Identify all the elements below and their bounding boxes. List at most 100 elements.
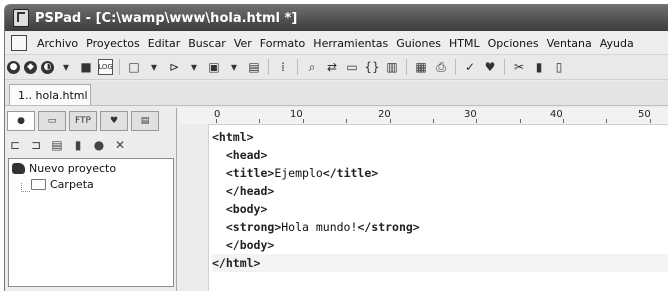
toolbar-separator — [406, 59, 407, 75]
project-tree: Nuevo proyecto Carpeta — [8, 158, 174, 287]
ruler-label: 30 — [464, 109, 477, 120]
menu-herramientas[interactable]: Herramientas — [309, 37, 392, 50]
add-open-files-icon[interactable]: ▮ — [70, 137, 86, 153]
ruler-tick — [606, 119, 607, 123]
recent-projects-icon[interactable]: ◐ — [41, 60, 54, 74]
menu-html[interactable]: HTML — [445, 37, 484, 50]
project-settings-icon[interactable]: ● — [91, 137, 107, 153]
code-line[interactable]: <head> — [212, 146, 668, 164]
log-icon[interactable]: LOG — [98, 59, 113, 75]
menu-archivo[interactable]: Archivo — [33, 37, 82, 50]
clips-tab-icon[interactable]: ▤ — [131, 111, 159, 131]
column-ruler: 0 10 20 30 40 50 — [178, 108, 668, 125]
menu-guiones[interactable]: Guiones — [392, 37, 445, 50]
menu-formato[interactable]: Formato — [256, 37, 310, 50]
template-icon[interactable]: ▦ — [413, 59, 429, 75]
main-toolbar: ● ◆ ◐ ▾ ■ LOG □ ▾ ⊳ ▾ ▣ ▾ ▤ ⁞ ⌕ ⇄ ▭ {} ▥… — [5, 55, 668, 80]
add-file-icon[interactable]: ⊐ — [28, 137, 44, 153]
toolbar-separator — [119, 59, 120, 75]
add-files-icon[interactable]: ▤ — [49, 137, 65, 153]
favorites-tab-icon[interactable]: ♥ — [100, 111, 128, 131]
code-line-current[interactable]: </html> — [212, 254, 668, 272]
window-title: PSPad - [C:\wamp\www\hola.html *] — [35, 10, 298, 26]
code-line[interactable]: <body> — [212, 200, 668, 218]
ruler-label: 40 — [550, 109, 563, 120]
ruler-tick — [346, 119, 347, 123]
left-panel-tabs: ● ▭ FTP ♥ ▤ — [7, 111, 162, 131]
ruler-tick — [520, 119, 521, 123]
open-project-icon[interactable]: ● — [7, 60, 20, 74]
new-file-icon[interactable]: □ — [126, 59, 142, 75]
project-icon — [12, 163, 25, 174]
replace-icon[interactable]: ⇄ — [324, 59, 340, 75]
toolbar-separator — [455, 59, 456, 75]
tools-icon[interactable]: ✕ — [112, 137, 128, 153]
preview-icon[interactable]: ▭ — [344, 59, 360, 75]
project-tools: ⊏ ⊐ ▤ ▮ ● ✕ — [7, 136, 133, 154]
menu-ventana[interactable]: Ventana — [543, 37, 596, 50]
ruler-label: 0 — [214, 109, 221, 120]
menu-proyectos[interactable]: Proyectos — [82, 37, 144, 50]
document-tabs: 1.. hola.html — [5, 81, 668, 106]
tab-hola-html[interactable]: 1.. hola.html — [9, 84, 91, 105]
title-bar[interactable]: PSPad - [C:\wamp\www\hola.html *] — [5, 5, 668, 31]
menu-opciones[interactable]: Opciones — [484, 37, 543, 50]
menu-buscar[interactable]: Buscar — [184, 37, 230, 50]
folder-label: Carpeta — [50, 178, 94, 191]
code-line[interactable]: </head> — [212, 182, 668, 200]
tree-item-folder[interactable]: Carpeta — [31, 178, 94, 191]
open-file-icon[interactable]: ⊳ — [166, 59, 182, 75]
save-dropdown-icon[interactable]: ▾ — [226, 59, 242, 75]
tree-connector — [21, 183, 30, 192]
tree-item-project[interactable]: Nuevo proyecto — [12, 162, 116, 175]
ruler-tick — [216, 119, 217, 123]
menu-bar: Archivo Proyectos Editar Buscar Ver Form… — [5, 32, 668, 55]
scissors-icon[interactable]: ✂ — [511, 59, 527, 75]
toolbar-separator — [504, 59, 505, 75]
pspad-window: PSPad - [C:\wamp\www\hola.html *] Archiv… — [4, 4, 668, 291]
recent-dropdown-icon[interactable]: ▾ — [58, 59, 74, 75]
find-icon[interactable]: ⌕ — [304, 59, 320, 75]
code-line[interactable]: <title>Ejemplo</title> — [212, 164, 668, 182]
document-menu-icon[interactable] — [11, 35, 27, 51]
pspad-app-icon[interactable] — [13, 9, 29, 27]
code-line[interactable]: </body> — [212, 236, 668, 254]
code-line[interactable]: <strong>Hola mundo!</strong> — [212, 218, 668, 236]
open-dropdown-icon[interactable]: ▾ — [186, 59, 202, 75]
menu-ayuda[interactable]: Ayuda — [596, 37, 638, 50]
copy-icon[interactable]: ▮ — [531, 59, 547, 75]
cut-bookmark-icon[interactable]: ⁞ — [275, 59, 291, 75]
new-project-icon[interactable]: ◆ — [24, 60, 37, 74]
folder-icon — [31, 179, 46, 190]
ruler-label: 50 — [638, 109, 651, 120]
toolbar-separator — [268, 59, 269, 75]
ruler-tick — [390, 119, 391, 123]
save-icon[interactable]: ▣ — [206, 59, 222, 75]
paste-icon[interactable]: ▯ — [551, 59, 567, 75]
line-gutter[interactable] — [178, 124, 209, 291]
save-all-icon[interactable]: ▤ — [246, 59, 262, 75]
left-panel: ● ▭ FTP ♥ ▤ ⊏ ⊐ ▤ ▮ ● ✕ Nuevo proyecto C… — [5, 108, 177, 291]
ruler-label: 10 — [290, 109, 303, 120]
new-file-dropdown-icon[interactable]: ▾ — [146, 59, 162, 75]
ruler-tick — [650, 119, 651, 123]
book-icon[interactable]: ▥ — [384, 59, 400, 75]
settings-icon[interactable]: ■ — [78, 59, 94, 75]
toolbar-separator — [297, 59, 298, 75]
ftp-tab-icon[interactable]: FTP — [69, 111, 97, 131]
editor-area[interactable]: 0 10 20 30 40 50 <html> <head> <title>Ej… — [178, 108, 668, 291]
favorite-icon[interactable]: ♥ — [482, 59, 498, 75]
code-line[interactable]: <html> — [212, 128, 668, 146]
print-icon[interactable]: ⎙ — [433, 59, 449, 75]
files-tab-icon[interactable]: ▭ — [38, 111, 66, 131]
code-icon[interactable]: {} — [364, 59, 380, 75]
menu-ver[interactable]: Ver — [230, 37, 256, 50]
check-icon[interactable]: ✓ — [462, 59, 478, 75]
menu-editar[interactable]: Editar — [144, 37, 185, 50]
add-folder-icon[interactable]: ⊏ — [7, 137, 23, 153]
project-label: Nuevo proyecto — [29, 162, 117, 175]
code-lines[interactable]: <html> <head> <title>Ejemplo</title> </h… — [212, 128, 668, 272]
ruler-tick — [476, 119, 477, 123]
ruler-label: 20 — [378, 109, 391, 120]
project-tab-icon[interactable]: ● — [7, 111, 35, 131]
